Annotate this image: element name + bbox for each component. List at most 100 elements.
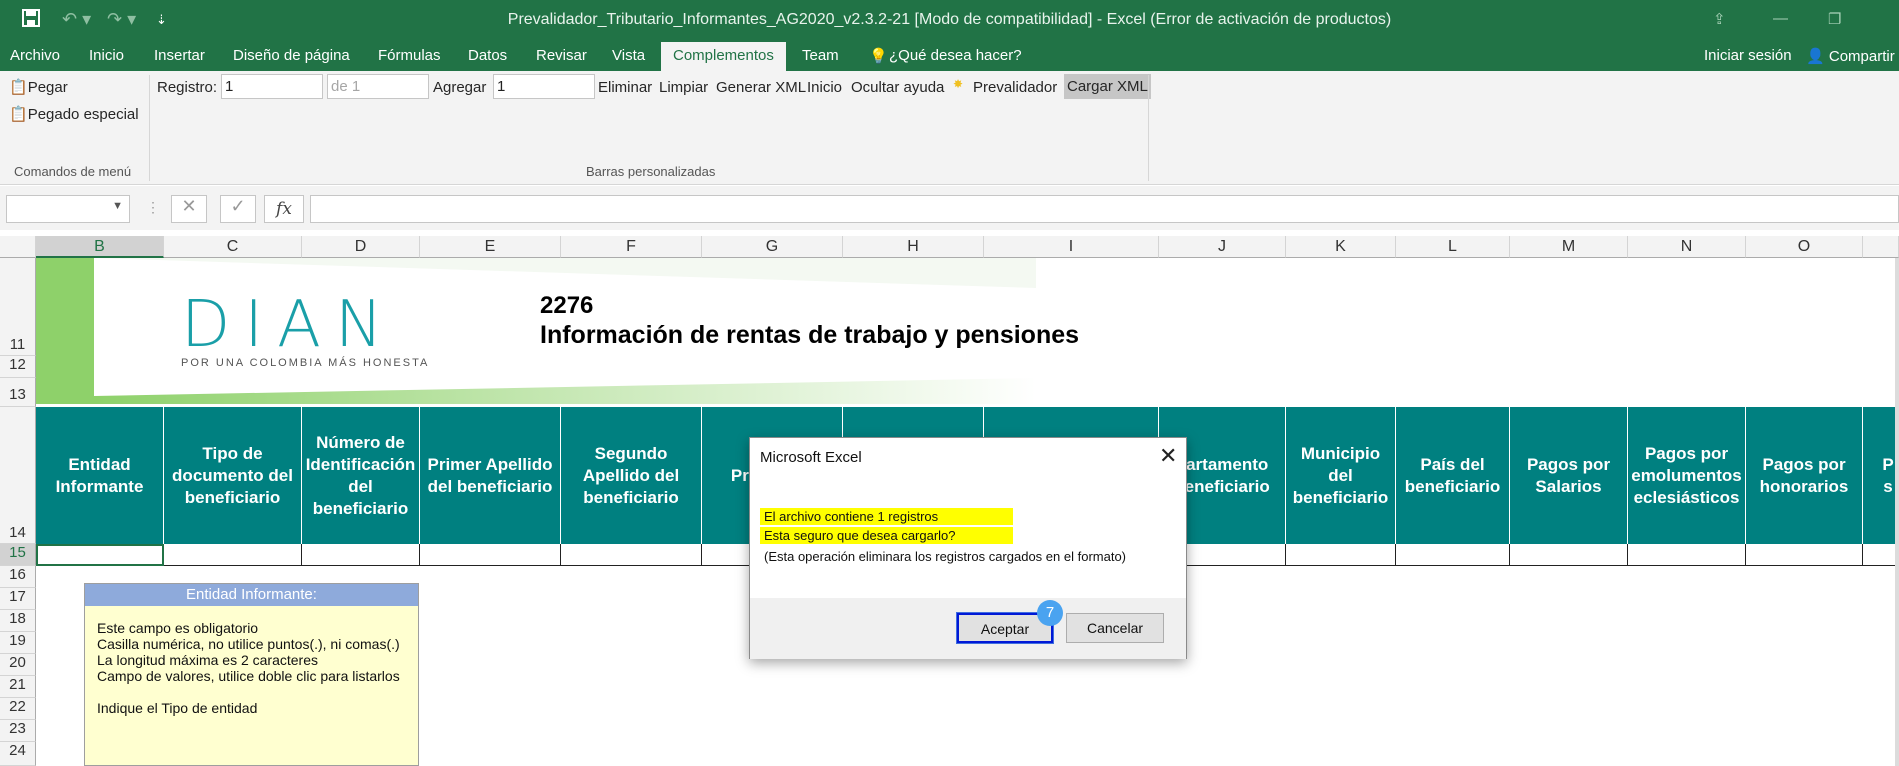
row-header[interactable]: 24 [0,742,36,766]
row-header[interactable]: 14 [0,407,36,544]
help-comment-title: Entidad Informante: [85,584,418,606]
dian-logo: DIAN [181,288,397,362]
header-cell: Pagos por emolumentos eclesiásticos [1628,407,1746,544]
row-header[interactable]: 22 [0,698,36,720]
tab-formulas[interactable]: Fórmulas [378,47,441,64]
cancel-button[interactable]: Cancelar [1066,613,1164,643]
column-header[interactable]: N [1628,236,1746,258]
column-header[interactable]: J [1159,236,1286,258]
minimize-icon[interactable]: — [1773,10,1788,27]
ribbon-tabs: Archivo Inicio Insertar Diseño de página… [0,42,1899,71]
column-header[interactable]: O [1746,236,1863,258]
tab-vista[interactable]: Vista [612,47,645,64]
agregar-button[interactable]: Agregar [433,79,486,96]
restore-icon[interactable]: ❐ [1828,10,1841,28]
help-line: La longitud máxima es 2 caracteres [97,652,318,668]
limpiar-button[interactable]: Limpiar [659,79,708,96]
tell-me-search[interactable]: ¿Qué desea hacer? [889,47,1022,64]
prevalidador-button[interactable]: Prevalidador [973,79,1057,96]
column-header[interactable]: E [420,236,561,258]
data-cell[interactable] [1510,544,1628,566]
dialog-message-line: Esta seguro que desea cargarlo? [760,527,1013,544]
ribbon-display-icon[interactable]: ⇪ [1713,10,1726,28]
grip-icon: ⋮ [146,199,160,215]
tab-archivo[interactable]: Archivo [10,47,60,64]
column-header[interactable]: D [302,236,420,258]
form-number: 2276 [540,292,594,319]
paste-special-label: Pegado especial [27,106,139,123]
registro-input[interactable]: 1 [221,74,323,99]
tab-insertar[interactable]: Insertar [154,47,205,64]
column-header[interactable]: F [561,236,702,258]
inicio-button[interactable]: Inicio [807,79,842,96]
row-header[interactable]: 17 [0,588,36,610]
select-all-corner[interactable] [0,236,36,258]
cancel-edit-icon[interactable]: ✕ [171,195,207,223]
row-header[interactable]: 12 [0,356,36,378]
column-header[interactable]: H [843,236,984,258]
paste-icon: 📋 [9,79,28,96]
agregar-input[interactable]: 1 [493,74,595,99]
row-header[interactable]: 21 [0,676,36,698]
dialog-title: Microsoft Excel [760,449,862,466]
column-header[interactable]: C [164,236,302,258]
insert-function-icon[interactable]: fx [264,195,304,223]
paste-special-button[interactable]: 📋Pegado especial [9,105,139,123]
data-cell[interactable] [1628,544,1746,566]
tab-inicio[interactable]: Inicio [89,47,124,64]
paste-button[interactable]: 📋Pegar [9,78,68,96]
window-title: Prevalidador_Tributario_Informantes_AG20… [507,11,1392,28]
name-box[interactable]: ▼ [6,195,130,223]
column-header[interactable]: G [702,236,843,258]
column-header[interactable] [1863,236,1899,258]
column-header[interactable]: B [36,236,164,258]
close-icon[interactable]: ✕ [1159,443,1177,469]
chevron-down-icon[interactable]: ▼ [112,200,123,212]
paste-label: Pegar [27,79,68,96]
ocultar-ayuda-button[interactable]: Ocultar ayuda [851,79,944,96]
vertical-scrollbar[interactable] [1895,258,1899,766]
column-header[interactable]: K [1286,236,1396,258]
step-badge: 7 [1037,600,1063,626]
tab-diseno-pagina[interactable]: Diseño de página [233,47,350,64]
cargar-xml-button[interactable]: Cargar XML [1064,74,1151,99]
title-bar: ↶ ▾ ↷ ▾ ⇣ Prevalidador_Tributario_Inform… [0,0,1899,42]
data-cell[interactable] [1863,544,1899,566]
row-header[interactable]: 18 [0,610,36,632]
share-button[interactable]: 👤 Compartir [1806,47,1895,65]
share-label: Compartir [1828,48,1895,65]
row-header[interactable]: 20 [0,654,36,676]
row-header[interactable]: 16 [0,566,36,588]
data-cell[interactable] [302,544,420,566]
tab-revisar[interactable]: Revisar [536,47,587,64]
column-header[interactable]: I [984,236,1159,258]
help-line: Indique el Tipo de entidad [97,700,258,716]
total-registros-field: de 1 [327,74,429,99]
tab-complementos[interactable]: Complementos [661,42,786,71]
formula-input[interactable] [310,195,1899,223]
tab-team[interactable]: Team [802,47,839,64]
data-cell[interactable] [561,544,702,566]
data-cell[interactable] [1746,544,1863,566]
signin-link[interactable]: Iniciar sesión [1704,47,1792,64]
generar-xml-button[interactable]: Generar XML [716,79,806,96]
row-header[interactable]: 11 [0,258,36,356]
tab-datos[interactable]: Datos [468,47,507,64]
row-header[interactable]: 13 [0,378,36,407]
dian-tagline: POR UNA COLOMBIA MÁS HONESTA [181,357,430,369]
row-header[interactable]: 19 [0,632,36,654]
help-line: Este campo es obligatorio [97,620,259,636]
column-header[interactable]: M [1510,236,1628,258]
row-header[interactable]: 23 [0,720,36,742]
selected-cell[interactable] [36,544,164,566]
data-cell[interactable] [420,544,561,566]
eliminar-button[interactable]: Eliminar [598,79,652,96]
data-cell[interactable] [1286,544,1396,566]
row-header[interactable]: 15 [0,544,36,566]
column-header[interactable]: L [1396,236,1510,258]
dialog-footer: Aceptar Cancelar [750,598,1186,659]
data-cell[interactable] [1396,544,1510,566]
data-cell[interactable] [164,544,302,566]
confirm-edit-icon[interactable]: ✓ [220,195,256,223]
header-cell: Municipio del beneficiario [1286,407,1396,544]
